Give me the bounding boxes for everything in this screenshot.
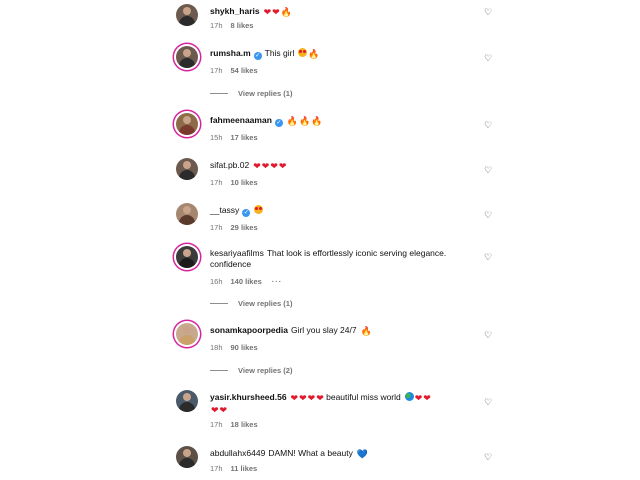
- comment-meta: 17h 54 likes: [210, 66, 258, 75]
- comment-text: DAMN! What a beauty: [268, 448, 353, 458]
- heart-emoji: ❤: [316, 393, 324, 403]
- heart-emoji: ❤: [307, 393, 316, 403]
- heart-emoji: ❤: [290, 393, 299, 403]
- heart-emoji: ❤: [414, 393, 423, 403]
- comment-body: rumsha.m ✓ This girl 🔥: [210, 48, 480, 60]
- avatar[interactable]: [176, 113, 198, 135]
- comment-time: 17h: [210, 223, 223, 232]
- comment-meta: 17h 10 likes: [210, 178, 258, 187]
- comment-username[interactable]: fahmeenaaman: [210, 115, 272, 125]
- heart-outline-icon[interactable]: ♡: [484, 166, 492, 175]
- comment-meta: 18h 90 likes: [210, 343, 258, 352]
- comment-meta: 17h 11 likes: [210, 464, 257, 473]
- comment-time: 17h: [210, 464, 223, 473]
- heart-emoji: ❤: [261, 161, 270, 171]
- comment-body: fahmeenaaman ✓ 🔥🔥🔥: [210, 115, 480, 127]
- fire-emoji: 🔥: [299, 116, 311, 126]
- view-replies-button[interactable]: View replies (2): [210, 366, 292, 375]
- comment-time: 15h: [210, 133, 223, 142]
- heart-emoji: ❤: [299, 393, 307, 403]
- avatar[interactable]: [176, 390, 198, 412]
- blue-heart-emoji: 💙: [356, 449, 369, 459]
- comment-time: 17h: [210, 178, 223, 187]
- comment-time: 18h: [210, 343, 223, 352]
- comment-body: sonamkapoorpedia Girl you slay 24/7 🔥: [210, 325, 480, 337]
- view-replies-button[interactable]: View replies (1): [210, 89, 292, 98]
- verified-badge-icon: ✓: [274, 119, 283, 127]
- verified-badge-icon: ✓: [242, 209, 251, 217]
- comment-likes[interactable]: 54 likes: [231, 66, 258, 75]
- comment-likes[interactable]: 140 likes: [231, 277, 262, 286]
- heart-outline-icon[interactable]: ♡: [484, 211, 492, 220]
- avatar[interactable]: [176, 46, 198, 68]
- comment-text: Girl you slay 24/7: [290, 325, 357, 335]
- comment-text: beautiful miss world: [326, 392, 401, 402]
- avatar[interactable]: [176, 158, 198, 180]
- more-options-button[interactable]: ···: [272, 277, 283, 286]
- fire-emoji: 🔥: [360, 326, 372, 336]
- avatar[interactable]: [176, 446, 198, 468]
- fire-emoji: 🔥: [311, 116, 323, 126]
- heart-eyes-emoji: [298, 48, 308, 57]
- heart-emoji: ❤: [211, 405, 219, 415]
- comment-meta: 17h 18 likes: [210, 420, 258, 429]
- heart-emoji: ❤: [263, 7, 272, 17]
- heart-outline-icon[interactable]: ♡: [484, 253, 492, 262]
- comment-likes[interactable]: 17 likes: [231, 133, 258, 142]
- comment-body: abdullahx6449 DAMN! What a beauty 💙: [210, 448, 480, 460]
- avatar[interactable]: [176, 246, 198, 268]
- comment-body: shykh_haris ❤❤🔥: [210, 6, 480, 18]
- fire-emoji: 🔥: [280, 7, 292, 17]
- verified-badge-icon: ✓: [253, 52, 262, 60]
- comment-username[interactable]: abdullahx6449: [210, 448, 265, 458]
- comment-likes[interactable]: 8 likes: [231, 21, 254, 30]
- view-replies-button[interactable]: View replies (1): [210, 299, 292, 308]
- heart-outline-icon[interactable]: ♡: [484, 398, 492, 407]
- heart-outline-icon[interactable]: ♡: [484, 54, 492, 63]
- comment-meta: 16h 140 likes ···: [210, 277, 282, 286]
- heart-outline-icon[interactable]: ♡: [484, 453, 492, 462]
- comment-username[interactable]: sifat.pb.02: [210, 160, 249, 170]
- heart-emoji: ❤: [270, 161, 278, 171]
- comment-time: 17h: [210, 66, 223, 75]
- comment-meta: 17h 8 likes: [210, 21, 253, 30]
- comment-likes[interactable]: 11 likes: [231, 464, 258, 473]
- avatar[interactable]: [176, 203, 198, 225]
- comment-text: This girl: [264, 48, 295, 58]
- comment-body: kesariyaafilms That look is effortlessly …: [210, 248, 480, 270]
- comment-time: 17h: [210, 420, 223, 429]
- comment-time: 16h: [210, 277, 223, 286]
- heart-outline-icon[interactable]: ♡: [484, 121, 492, 130]
- avatar[interactable]: [176, 323, 198, 345]
- comment-time: 17h: [210, 21, 223, 30]
- comment-username[interactable]: yasir.khursheed.56: [210, 392, 287, 402]
- heart-emoji: ❤: [423, 393, 431, 403]
- comment-body: sifat.pb.02 ❤❤❤❤: [210, 160, 480, 172]
- comment-likes[interactable]: 29 likes: [231, 223, 258, 232]
- comment-username[interactable]: __tassy: [210, 205, 239, 215]
- comment-likes[interactable]: 10 likes: [231, 178, 258, 187]
- comment-meta: 15h 17 likes: [210, 133, 258, 142]
- comment-username[interactable]: sonamkapoorpedia: [210, 325, 288, 335]
- heart-outline-icon[interactable]: ♡: [484, 8, 492, 17]
- comment-likes[interactable]: 18 likes: [231, 420, 258, 429]
- comment-body: yasir.khursheed.56 ❤❤❤❤ beautiful miss wo…: [210, 392, 480, 416]
- avatar[interactable]: [176, 4, 198, 26]
- fire-emoji: 🔥: [286, 116, 299, 126]
- comment-username[interactable]: shykh_haris: [210, 6, 260, 16]
- heart-outline-icon[interactable]: ♡: [484, 331, 492, 340]
- comment-username[interactable]: kesariyaafilms: [210, 248, 264, 258]
- heart-emoji: ❤: [272, 7, 280, 17]
- globe-emoji: [404, 392, 414, 401]
- heart-emoji: ❤: [278, 161, 287, 171]
- comment-body: __tassy ✓: [210, 205, 480, 217]
- comment-likes[interactable]: 90 likes: [231, 343, 258, 352]
- heart-emoji: ❤: [253, 161, 261, 171]
- comment-meta: 17h 29 likes: [210, 223, 258, 232]
- fire-emoji: 🔥: [308, 49, 320, 59]
- heart-emoji: ❤: [219, 405, 228, 415]
- comment-username[interactable]: rumsha.m: [210, 48, 251, 58]
- heart-eyes-emoji: [254, 205, 264, 214]
